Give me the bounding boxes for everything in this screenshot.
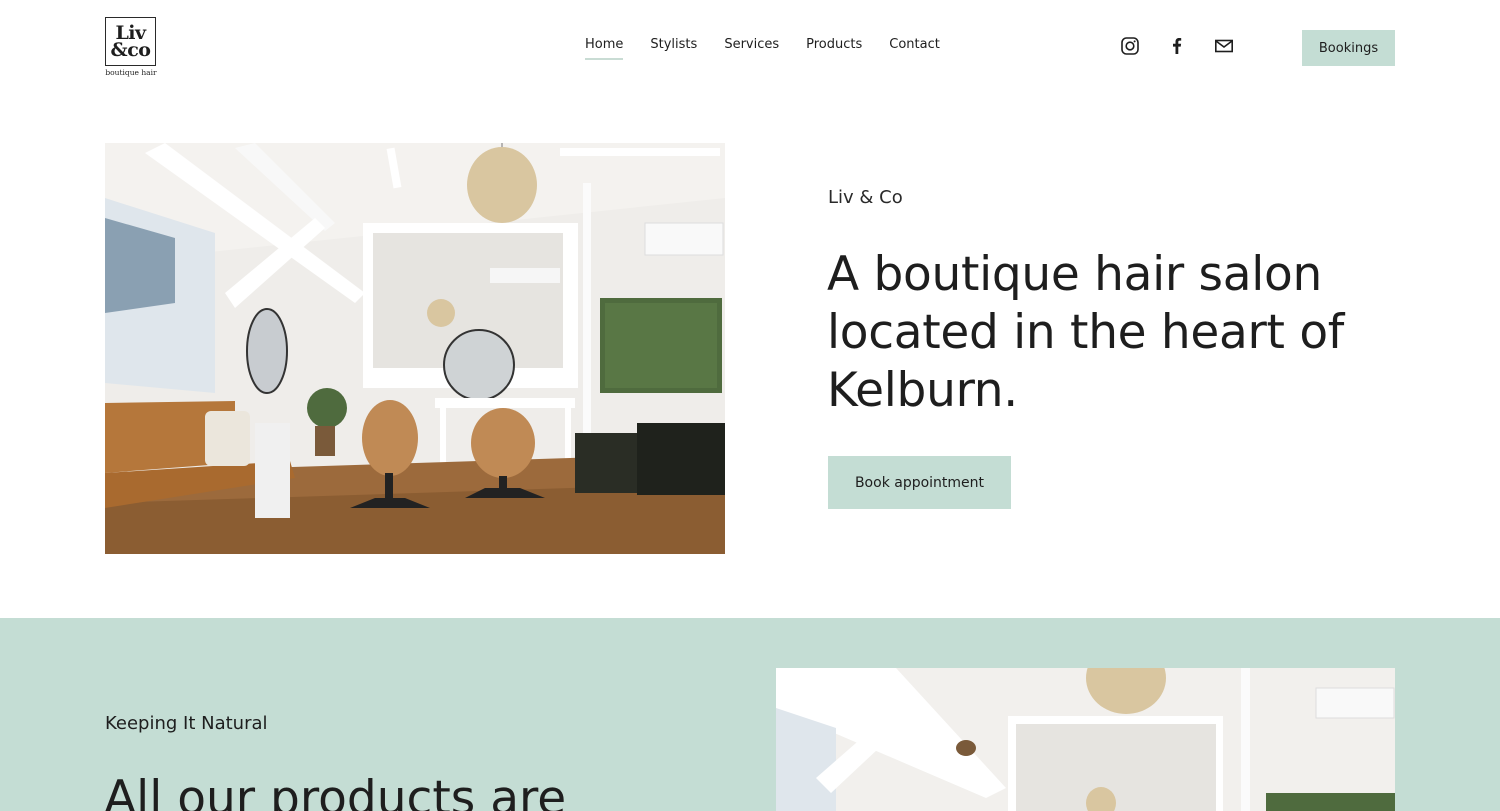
email-icon	[1214, 39, 1233, 53]
facebook-link[interactable]	[1167, 36, 1187, 56]
email-link[interactable]	[1214, 36, 1234, 56]
instagram-link[interactable]	[1120, 36, 1140, 56]
section-heading: All our products are	[104, 771, 567, 811]
instagram-icon	[1121, 37, 1139, 55]
nav-item-stylists[interactable]: Stylists	[650, 37, 697, 60]
natural-products-section: Keeping It Natural All our products are	[0, 618, 1500, 811]
logo-tagline: boutique hair	[105, 68, 157, 77]
salon-interior-image	[105, 143, 725, 554]
nav-item-services[interactable]: Services	[724, 37, 779, 60]
section-eyebrow: Keeping It Natural	[105, 713, 268, 734]
logo-link[interactable]: Liv &co boutique hair	[105, 17, 157, 77]
social-links	[1120, 36, 1234, 56]
book-appointment-button[interactable]: Book appointment	[828, 456, 1011, 509]
nav-item-contact[interactable]: Contact	[889, 37, 940, 60]
hero-heading: A boutique hair salon located in the hea…	[827, 247, 1345, 418]
bookings-button[interactable]: Bookings	[1302, 30, 1395, 66]
facebook-icon	[1173, 38, 1182, 54]
nav-item-products[interactable]: Products	[806, 37, 862, 60]
hero-eyebrow: Liv & Co	[828, 187, 903, 208]
site-header: Liv &co boutique hair Home Stylists Serv…	[0, 0, 1500, 95]
salon-interior-image-secondary	[776, 668, 1395, 811]
logo-line-2: &co	[110, 38, 151, 61]
main-nav: Home Stylists Services Products Contact	[585, 37, 940, 60]
logo-mark: Liv &co	[105, 17, 156, 66]
nav-item-home[interactable]: Home	[585, 37, 624, 60]
